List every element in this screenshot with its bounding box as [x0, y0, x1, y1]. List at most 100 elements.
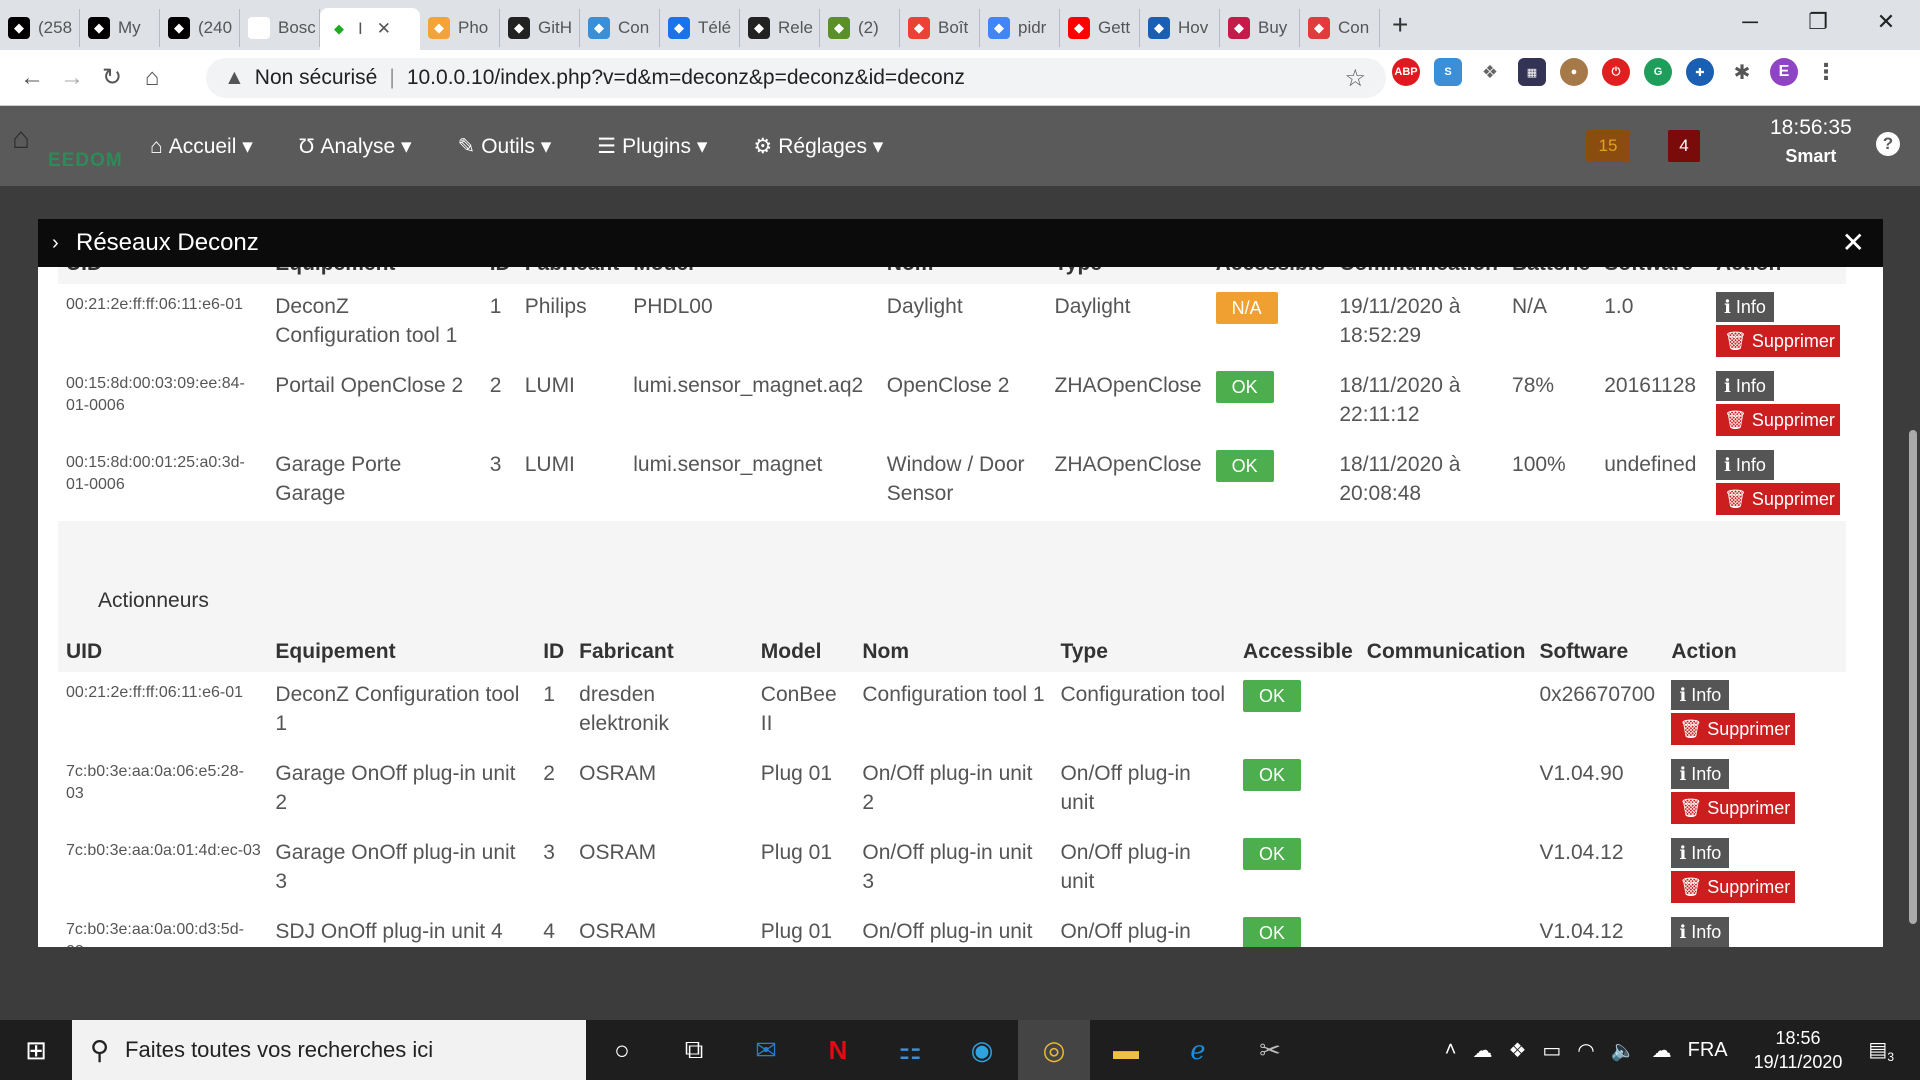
s-extension-icon[interactable]: S [1434, 58, 1462, 86]
browser-tab[interactable]: ◆ Pho [420, 9, 500, 47]
scrollbar-thumb[interactable] [1909, 430, 1917, 924]
chevron-up-icon[interactable]: ˄ [1445, 1039, 1457, 1062]
tab-extension-icon[interactable]: ▦ [1518, 58, 1546, 86]
maximize-button[interactable]: ❐ [1784, 0, 1852, 44]
cortana-icon[interactable]: ○ [586, 1020, 658, 1080]
info-button[interactable]: ℹ Info [1671, 759, 1730, 789]
delete-button[interactable]: 🗑 Supprimer [1671, 713, 1796, 745]
browser-tab[interactable]: ◆ My [80, 9, 160, 47]
browser-tab[interactable]: ◆ (240 [160, 9, 240, 47]
window-controls: ─ ❐ ✕ [1716, 0, 1920, 44]
delete-button[interactable]: 🗑 Supprimer [1715, 325, 1840, 357]
power-icon[interactable]: ⏻ [1602, 58, 1630, 86]
delete-button[interactable]: 🗑 Supprimer [1715, 404, 1840, 436]
bookmark-star-icon[interactable]: ☆ [1344, 64, 1366, 93]
profile-avatar[interactable]: E [1770, 58, 1798, 86]
table-cell: On/Off plug-in unit [1060, 920, 1191, 943]
notifications-icon[interactable]: ▤3 [1868, 1037, 1894, 1064]
network-app-icon[interactable]: ⚏ [874, 1020, 946, 1080]
forward-icon[interactable]: → [52, 64, 92, 92]
grammarly-icon[interactable]: G [1644, 58, 1672, 86]
volume-icon[interactable]: 🔈 [1611, 1038, 1636, 1063]
netflix-icon[interactable]: N [802, 1020, 874, 1080]
table-cell: OpenClose 2 [886, 374, 1010, 397]
list-icon: ☰ [597, 134, 617, 158]
sync-icon[interactable]: ✚ [1686, 58, 1714, 86]
file-explorer-icon[interactable]: ▬ [1090, 1020, 1162, 1080]
table-row: 7c:b0:3e:aa:0a:01:4d:ec-03 Garage OnOff p… [58, 830, 1846, 909]
menu-dots-icon[interactable]: ⋮ [1812, 58, 1840, 86]
browser-tab[interactable]: ◆ (2) [820, 9, 900, 47]
browser-tab[interactable]: ◆ GitH [500, 9, 580, 47]
menu-analyse[interactable]: Ʊ Analyse ▾ [299, 134, 412, 159]
home-icon[interactable]: ⌂ [132, 64, 172, 92]
tools-app-icon[interactable]: ✂ [1234, 1020, 1306, 1080]
menu-accueil[interactable]: ⌂ Accueil ▾ [150, 134, 253, 159]
delete-button[interactable]: 🗑 Supprimer [1671, 792, 1796, 824]
warning-count-badge[interactable]: 15 [1586, 130, 1630, 162]
battery-icon[interactable]: ▭ [1542, 1038, 1561, 1063]
info-button[interactable]: ℹ Info [1671, 680, 1730, 710]
close-window-button[interactable]: ✕ [1852, 0, 1920, 44]
task-view-icon[interactable]: ⧉ [658, 1020, 730, 1080]
browser-tab[interactable]: ◆ Buy [1220, 9, 1300, 47]
browser-tab[interactable]: ◆ Con [1300, 9, 1380, 47]
cookie-icon[interactable]: ● [1560, 58, 1588, 86]
table-cell: Garage Porte Garage [275, 453, 402, 505]
menu-réglages[interactable]: ⚙ Réglages ▾ [753, 134, 883, 159]
modal-title: Réseaux Deconz [76, 229, 259, 256]
reload-icon[interactable]: ↻ [92, 63, 132, 92]
internet-explorer-icon[interactable]: ℯ [1162, 1020, 1234, 1080]
browser-tab[interactable]: ◆ pidr [980, 9, 1060, 47]
onedrive-icon[interactable]: ☁ [1472, 1038, 1492, 1063]
delete-button[interactable]: 🗑 Supprimer [1671, 871, 1796, 903]
system-clock[interactable]: 18:56 19/11/2020 [1754, 1026, 1843, 1074]
browser-tab[interactable]: ◆ Télé [660, 9, 740, 47]
browser-tab[interactable]: ◆ Hov [1140, 9, 1220, 47]
actuators-header-row: UID Equipement ID Fabricant Model Nom Type Acce… [58, 627, 1846, 672]
new-tab-button[interactable]: + [1392, 9, 1408, 41]
dropbox-icon[interactable]: ❖ [1476, 58, 1504, 86]
adblock-icon[interactable]: ABP [1392, 58, 1420, 86]
back-icon[interactable]: ← [12, 64, 52, 92]
close-icon[interactable]: ✕ [1842, 219, 1865, 267]
browser-tab[interactable]: ◆ Boît [900, 9, 980, 47]
info-button[interactable]: ℹ Info [1715, 450, 1774, 480]
minimize-button[interactable]: ─ [1716, 0, 1784, 44]
info-button[interactable]: ℹ Info [1671, 838, 1730, 868]
jeedom-navbar: ⌂ EEDOM ⌂ Accueil ▾ Ʊ Analyse ▾ ✎ Outils ▾ ☰ Pl… [0, 106, 1920, 186]
puzzle-icon[interactable]: ✱ [1728, 58, 1756, 86]
trash-icon: 🗑 [1679, 798, 1703, 818]
browser-tab[interactable]: ◆ Con [580, 9, 660, 47]
wifi-icon[interactable]: ◠ [1577, 1038, 1594, 1063]
close-tab-icon[interactable]: ✕ [377, 19, 391, 39]
windows-start-icon[interactable]: ⊞ [0, 1035, 72, 1066]
menu-outils[interactable]: ✎ Outils ▾ [458, 134, 552, 159]
delete-button[interactable]: 🗑 Supprimer [1715, 483, 1840, 515]
taskbar-search-input[interactable]: ⚲ Faites toutes vos recherches ici [72, 1020, 586, 1080]
mail-icon[interactable]: ✉ [730, 1020, 802, 1080]
browser-tab[interactable]: ◆ Bosc [240, 9, 320, 47]
browser-tab[interactable]: ◆ (258 [0, 9, 80, 47]
image-icon: ◆ [8, 17, 30, 39]
info-button[interactable]: ℹ Info [1671, 917, 1730, 947]
browser-tab[interactable]: ◆ Gett [1060, 9, 1140, 47]
column-header: Batterie [1504, 267, 1596, 284]
jeedom-logo[interactable]: ⌂ EEDOM [10, 116, 128, 176]
chrome-icon[interactable]: ◎ [1018, 1020, 1090, 1080]
dropbox-tray-icon[interactable]: ❖ [1508, 1038, 1526, 1063]
modal-scrollbar[interactable] [1869, 267, 1883, 947]
alert-count-badge[interactable]: 4 [1668, 130, 1700, 162]
table-cell: 2 [489, 374, 502, 397]
url-input[interactable]: ▲ Non sécurisé | 10.0.0.10/index.php?v=d… [206, 58, 1386, 98]
browser-tab-label: Bosc [278, 18, 316, 37]
browser-tab[interactable]: ◆ I ✕ [320, 8, 420, 50]
browser-tab[interactable]: ◆ Rele [740, 9, 820, 47]
cloud-download-icon[interactable]: ☁ [1652, 1038, 1672, 1063]
menu-plugins[interactable]: ☰ Plugins ▾ [597, 134, 707, 159]
info-button[interactable]: ℹ Info [1715, 371, 1774, 401]
help-icon[interactable]: ? [1876, 132, 1900, 156]
edge-icon[interactable]: ◉ [946, 1020, 1018, 1080]
language-indicator[interactable]: FRA [1688, 1039, 1728, 1062]
info-button[interactable]: ℹ Info [1715, 292, 1774, 322]
